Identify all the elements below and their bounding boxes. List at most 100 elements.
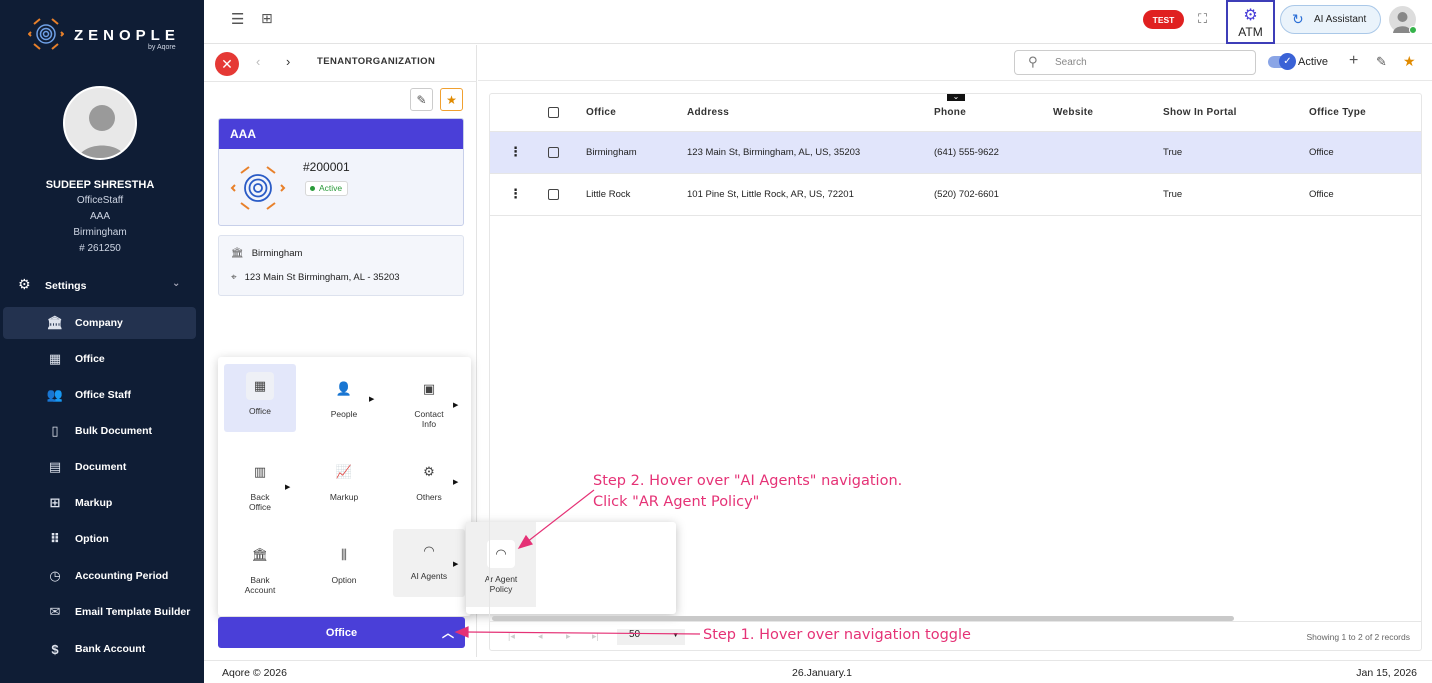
sidebar-item-company[interactable]: 🏛 Company: [3, 307, 196, 339]
bank-icon: 🏛: [246, 541, 274, 569]
sidebar-item-label: Bulk Document: [75, 425, 153, 437]
brand-name: ZENOPLE: [74, 27, 180, 44]
table-row[interactable]: ⋮ Birmingham 123 Main St, Birmingham, AL…: [490, 132, 1421, 174]
apps-grid-icon[interactable]: ⊞: [261, 10, 273, 27]
favorite-button[interactable]: ★: [440, 88, 463, 111]
last-page-icon[interactable]: ▸|: [592, 631, 599, 642]
sidebar-item-markup[interactable]: ⊞ Markup: [3, 487, 196, 519]
footer: Aqore © 2026 26.January.1 Jan 15, 2026: [204, 660, 1432, 683]
active-toggle[interactable]: ✓: [1268, 53, 1296, 70]
chart-line-icon: 📈: [330, 458, 358, 486]
profile-office: Birmingham: [73, 227, 127, 238]
caret-right-icon: ▶: [453, 479, 459, 486]
location-pin-icon: ⌖: [231, 272, 237, 283]
back-chevron-icon[interactable]: ‹: [256, 54, 260, 69]
nav-people-label: People: [330, 409, 358, 419]
sidebar: ZENOPLE by Aqore SUDEEP SHRESTHA OfficeS…: [0, 0, 204, 683]
page-size-select[interactable]: 50 ▼: [617, 629, 685, 645]
cell-office: Birmingham: [586, 147, 637, 158]
grid-header: Office Address ⌄ Phone Website Show In P…: [490, 94, 1421, 132]
caret-right-icon: ▶: [369, 396, 375, 403]
gear-icon: ⚙: [18, 276, 31, 292]
navigation-toggle-label: Office: [325, 626, 358, 639]
bank-icon: 🏛: [231, 248, 244, 259]
row-checkbox[interactable]: [548, 147, 559, 158]
zenople-logo[interactable]: ZENOPLE by Aqore: [28, 14, 188, 58]
pencil-icon[interactable]: ✎: [1376, 54, 1387, 70]
mail-icon: ✉: [49, 604, 61, 619]
sidebar-item-document[interactable]: ▤ Document: [3, 451, 196, 483]
grid-toolbar: ⚲ Search ✓ Active + ✎ ★: [478, 45, 1432, 81]
sidebar-item-bank-account[interactable]: $ Bank Account: [3, 633, 196, 665]
logo-mark-icon: [28, 18, 64, 50]
cell-address: 101 Pine St, Little Rock, AR, US, 72201: [687, 189, 854, 200]
sidebar-item-option[interactable]: ⠿ Option: [3, 523, 196, 555]
profile-avatar[interactable]: [63, 86, 137, 160]
bank-icon: 🏛: [46, 315, 64, 330]
gear-icon: ⚙: [1243, 7, 1258, 24]
settings-section-toggle[interactable]: ⚙ Settings ⌄: [18, 276, 188, 296]
kebab-menu-icon[interactable]: ⋮: [509, 187, 522, 200]
select-all-checkbox[interactable]: [548, 107, 559, 118]
nav-bank-account-label: Bank Account: [244, 575, 276, 595]
column-header-address[interactable]: Address: [687, 107, 729, 118]
star-icon[interactable]: ★: [1403, 53, 1416, 70]
search-input[interactable]: ⚲ Search: [1014, 50, 1256, 75]
active-toggle-label: Active: [1298, 56, 1328, 68]
close-icon: ✕: [221, 55, 233, 72]
sidebar-item-label: Accounting Period: [75, 570, 169, 582]
user-avatar[interactable]: [1389, 6, 1417, 34]
cell-address: 123 Main St, Birmingham, AL, US, 35203: [687, 147, 861, 158]
sidebar-item-bulk-document[interactable]: ▯ Bulk Document: [3, 415, 196, 447]
forward-chevron-icon[interactable]: ›: [286, 54, 290, 69]
nav-office[interactable]: ▦ Office: [224, 364, 296, 432]
nav-option[interactable]: ⫼ Option: [308, 533, 380, 601]
atm-label: ATM: [1238, 25, 1263, 39]
sidebar-item-email-template-builder[interactable]: ✉ Email Template Builder: [3, 596, 196, 628]
nav-option-label: Option: [331, 575, 357, 585]
nav-markup[interactable]: 📈 Markup: [308, 450, 380, 518]
sidebar-item-label: Markup: [75, 497, 113, 509]
first-page-icon[interactable]: |◂: [508, 631, 515, 642]
next-page-icon[interactable]: ▸: [566, 631, 571, 642]
kebab-menu-icon[interactable]: ⋮: [509, 145, 522, 158]
hamburger-menu-icon[interactable]: ☰: [231, 10, 244, 28]
gauge-icon: ◠: [415, 537, 443, 565]
profile-org: AAA: [89, 211, 110, 222]
column-header-office[interactable]: Office: [586, 107, 616, 118]
table-row[interactable]: ⋮ Little Rock 101 Pine St, Little Rock, …: [490, 174, 1421, 216]
prev-page-icon[interactable]: ◂: [538, 631, 543, 642]
atm-button[interactable]: ⚙ ATM: [1226, 0, 1275, 44]
gear-icon: ⚙: [415, 458, 443, 486]
nav-contact-info-label: Contact Info: [414, 409, 444, 429]
search-icon: ⚲: [1028, 54, 1038, 69]
row-checkbox[interactable]: [548, 189, 559, 200]
building-icon: ▦: [246, 372, 274, 400]
sidebar-item-accounting-period[interactable]: ◷ Accounting Period: [3, 560, 196, 592]
close-button[interactable]: ✕: [215, 52, 239, 76]
pencil-icon: ✎: [416, 92, 427, 107]
fullscreen-icon[interactable]: ⛶: [1198, 11, 1207, 27]
navigation-toggle[interactable]: Office ︿: [218, 617, 465, 648]
column-header-office-type[interactable]: Office Type: [1309, 107, 1366, 118]
organization-logo-icon: [230, 166, 286, 210]
nav-bank-account[interactable]: 🏛 Bank Account: [224, 533, 296, 601]
edit-button[interactable]: ✎: [410, 88, 433, 111]
contact-card-icon: ▣: [415, 375, 443, 403]
sidebar-item-office[interactable]: ▦ Office: [3, 343, 196, 375]
add-icon[interactable]: +: [1349, 52, 1358, 70]
record-card: AAA #200001 Active: [218, 118, 464, 226]
column-header-website[interactable]: Website: [1053, 107, 1093, 118]
column-header-show-in-portal[interactable]: Show In Portal: [1163, 107, 1237, 118]
nav-ai-agents-label: AI Agents: [410, 571, 448, 581]
record-card-title: AAA: [219, 119, 463, 149]
test-environment-badge: TEST: [1143, 10, 1184, 29]
cell-show-in-portal: True: [1163, 147, 1183, 158]
sidebar-item-office-staff[interactable]: 👥 Office Staff: [3, 379, 196, 411]
check-icon: ✓: [1279, 53, 1296, 70]
app-version: 26.January.1: [792, 667, 852, 679]
ai-assistant-button[interactable]: ↻ AI Assistant: [1280, 5, 1381, 34]
cell-office-type: Office: [1309, 189, 1334, 200]
chevron-up-icon: ︿: [441, 626, 454, 640]
column-header-phone[interactable]: Phone: [934, 107, 966, 118]
